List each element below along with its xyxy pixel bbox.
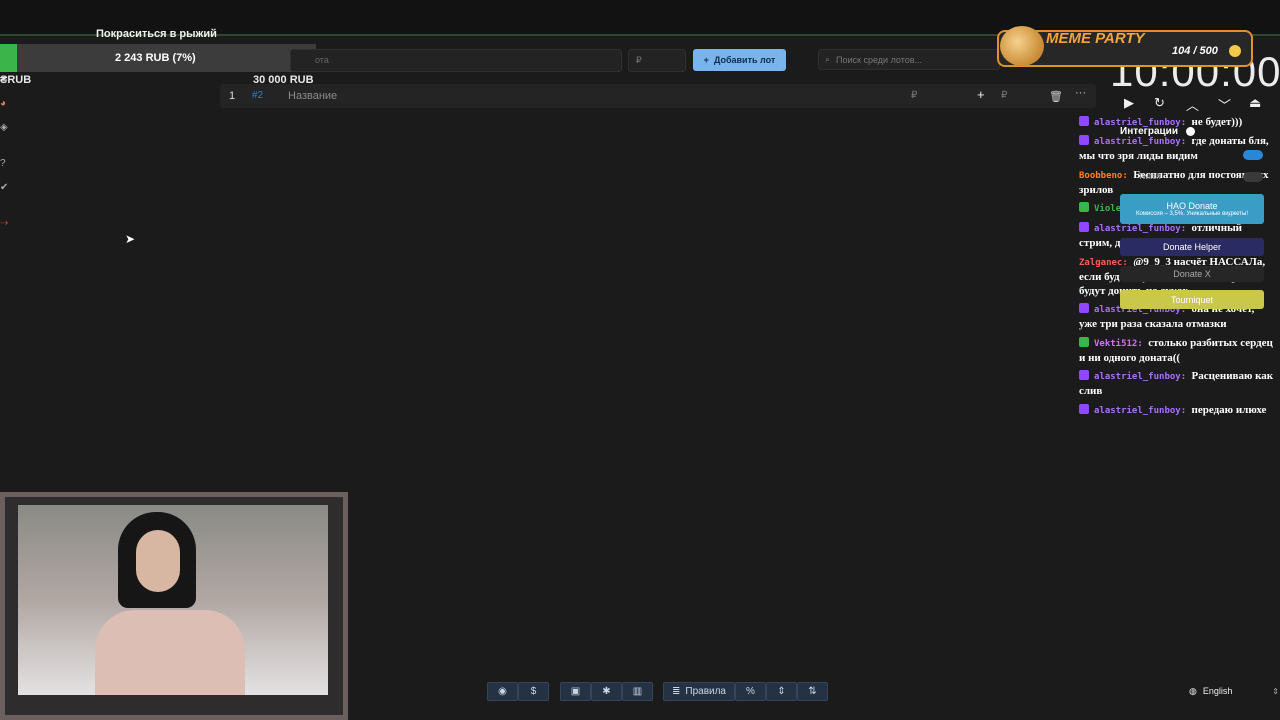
chat-badge-icon (1079, 222, 1089, 232)
chat-text: передаю илюхе (1191, 404, 1267, 416)
lot-row[interactable]: 1 #2 Название ₽ + ₽ 🗑 ··· (220, 84, 1096, 108)
twitch-label: Twitch (1138, 172, 1161, 181)
donate-x-card[interactable]: Donate X (1120, 266, 1264, 282)
chat-badge-icon (1079, 135, 1089, 145)
layers-icon[interactable]: ◈ (0, 122, 12, 134)
chat-message: alastriel_funboy: Расцениваю как слив (1079, 369, 1275, 398)
chat-username[interactable]: alastriel_funboy: (1094, 224, 1192, 234)
lot-name-input[interactable]: ота (290, 49, 622, 72)
chat-username[interactable]: Vekti512: (1094, 339, 1148, 349)
select-arrows-icon: ⇕ (1272, 686, 1279, 696)
lot-extra-currency: ₽ (1001, 90, 1008, 101)
exit-icon[interactable]: ⇢ (0, 218, 12, 230)
percent-button[interactable]: % (735, 682, 766, 701)
more-options-icon[interactable]: ··· (1075, 87, 1086, 99)
add-amount-icon[interactable]: + (977, 87, 985, 102)
lot-amount-currency: ₽ (911, 90, 918, 101)
chat-message: Vekti512: столько разбитых сердец и ни о… (1079, 336, 1275, 365)
chat-username[interactable]: alastriel_funboy: (1094, 372, 1192, 382)
goal-title: Покраситься в рыжий (96, 28, 217, 40)
chat-badge-icon (1079, 202, 1089, 212)
doge-icon (1000, 26, 1044, 66)
goal-currency-label: ₴RUB (0, 74, 32, 86)
donation-toggle[interactable] (1243, 172, 1263, 182)
mouse-cursor-icon: ➤ (125, 232, 136, 246)
lot-tag[interactable]: #2 (252, 90, 263, 101)
github-button[interactable]: ◉ (487, 682, 518, 701)
chat-username[interactable]: alastriel_funboy: (1094, 137, 1192, 147)
plus-icon: + (703, 55, 709, 65)
globe-icon: ◍ (1189, 685, 1197, 696)
reset-icon[interactable]: ↻ (1154, 95, 1165, 111)
integrations-info-icon[interactable] (1186, 127, 1195, 136)
meme-party-title: MEME PARTY (1046, 30, 1145, 47)
lot-name-field[interactable]: Название (288, 90, 337, 102)
tourniquet-card[interactable]: Tourniquet (1120, 290, 1264, 309)
twitch-toggle[interactable] (1243, 150, 1263, 160)
chat-badge-icon (1079, 116, 1089, 126)
streamer-body (95, 610, 245, 695)
save-button[interactable]: ▣ (560, 682, 591, 701)
chat-badge-icon (1079, 303, 1089, 313)
search-icon: ⌕ (825, 54, 831, 64)
chat-text: не будет))) (1191, 116, 1243, 128)
chevron-up-icon[interactable]: ︿ (1186, 95, 1199, 114)
eject-icon[interactable]: ⏏ (1249, 95, 1261, 111)
bug-report-button[interactable]: ✱ (591, 682, 622, 701)
chat-badge-icon (1079, 404, 1089, 414)
chat-badge-icon (1079, 370, 1089, 380)
integrations-title: Интеграции (1120, 126, 1178, 137)
add-lot-button[interactable]: + Добавить лот (693, 49, 786, 71)
help-icon[interactable]: ? (0, 158, 12, 170)
chat-username[interactable]: Boobbeno: (1079, 171, 1133, 181)
goal-progress-text: 2 243 RUB (7%) (115, 52, 196, 64)
lot-index: 1 (229, 90, 236, 102)
goal-progress-fill (0, 44, 17, 72)
chat-username[interactable]: alastriel_funboy: (1094, 406, 1192, 416)
delete-all-button[interactable]: ▥ (622, 682, 653, 701)
meme-party-count: 104 / 500 (1172, 45, 1218, 57)
pie-chart-icon[interactable]: ◕ (0, 98, 12, 110)
coin-icon (1229, 45, 1241, 57)
hao-donate-card[interactable]: HAO Donate Комиссия – 3,5%. Уникальные в… (1120, 194, 1264, 224)
chevron-down-icon[interactable]: ﹀ (1218, 95, 1231, 114)
language-select[interactable]: ◍ English ⇕ (1189, 681, 1279, 701)
shield-check-icon[interactable]: ✔ (0, 182, 12, 194)
donate-helper-card[interactable]: Donate Helper (1120, 238, 1264, 256)
trash-icon[interactable]: 🗑 (1049, 90, 1063, 103)
amount-input[interactable]: ₽ (628, 49, 686, 72)
lot-search-input[interactable]: ⌕ Поиск среди лотов... (818, 49, 1000, 70)
expand-button[interactable]: ⇕ (766, 682, 797, 701)
sort-button[interactable]: ⇅ (797, 682, 828, 701)
chat-badge-icon (1079, 337, 1089, 347)
play-icon[interactable]: ▶ (1124, 95, 1134, 111)
list-icon: ≣ (672, 686, 681, 697)
donate-dollar-button[interactable]: $ (518, 682, 549, 701)
streamer-face (136, 530, 180, 592)
rules-button[interactable]: ≣ Правила (663, 682, 735, 701)
chat-message: alastriel_funboy: передаю илюхе (1079, 403, 1275, 418)
